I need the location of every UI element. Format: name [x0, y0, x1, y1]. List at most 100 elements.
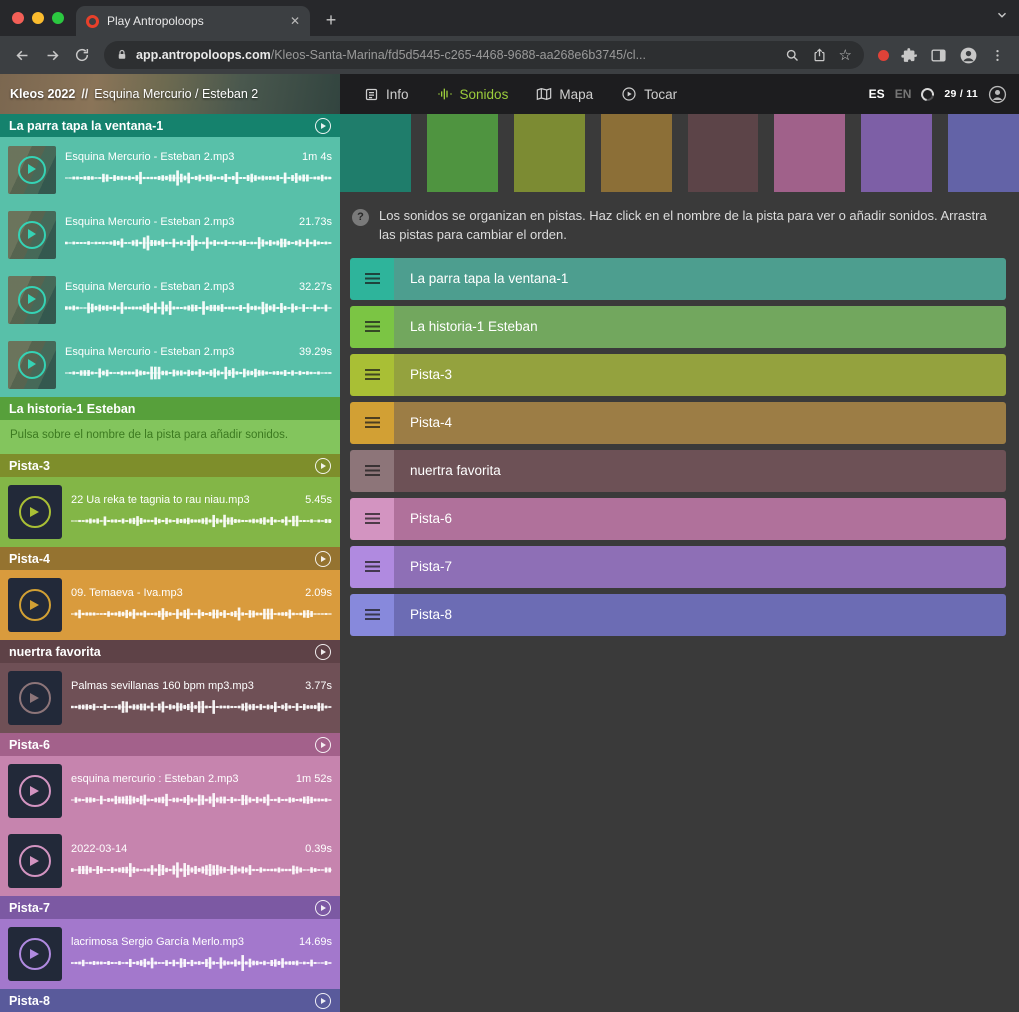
drag-handle[interactable]	[350, 402, 394, 444]
track-color-swatches	[340, 114, 1019, 192]
side-panel-icon[interactable]	[930, 47, 947, 64]
account-icon[interactable]	[988, 85, 1007, 104]
zoom-icon[interactable]	[785, 48, 800, 63]
bookmark-star-icon[interactable]: ☆	[839, 48, 852, 63]
track-header[interactable]: Pista-4	[0, 547, 340, 570]
track-swatch[interactable]	[861, 114, 932, 192]
project-title-card[interactable]: Kleos 2022 // Esquina Mercurio / Esteban…	[0, 74, 340, 114]
track-swatch[interactable]	[340, 114, 411, 192]
audio-clip[interactable]: esquina mercurio : Esteban 2.mp3 1m 52s	[0, 756, 340, 826]
profile-avatar-icon[interactable]	[959, 46, 978, 65]
drag-handle[interactable]	[350, 306, 394, 348]
tab-search-chevron-icon[interactable]	[995, 8, 1009, 27]
audio-clip[interactable]: 2022-03-14 0.39s	[0, 826, 340, 896]
close-window-button[interactable]	[12, 12, 24, 24]
audio-clip[interactable]: Esquina Mercurio - Esteban 2.mp3 21.73s	[0, 202, 340, 267]
track-swatch[interactable]	[514, 114, 585, 192]
track-swatch[interactable]	[948, 114, 1019, 192]
track-header[interactable]: Pista-6	[0, 733, 340, 756]
tab-info[interactable]: Info	[364, 87, 409, 102]
track-name: Pista-4	[9, 552, 315, 566]
audio-clip[interactable]: 09. Temaeva - Iva.mp3 2.09s	[0, 570, 340, 640]
audio-clip[interactable]: Esquina Mercurio - Esteban 2.mp3 39.29s	[0, 332, 340, 397]
track-row[interactable]: nuertra favorita	[350, 450, 1006, 492]
track-header[interactable]: nuertra favorita	[0, 640, 340, 663]
track-row-label: La historia-1 Esteban	[410, 319, 538, 334]
track-row-label: La parra tapa la ventana-1	[410, 271, 568, 286]
tab-sonidos[interactable]: Sonidos	[437, 87, 509, 102]
play-clip-button[interactable]	[8, 485, 62, 539]
track-header[interactable]: La parra tapa la ventana-1	[0, 114, 340, 137]
play-track-button[interactable]	[315, 551, 331, 567]
track-row[interactable]: Pista-7	[350, 546, 1006, 588]
play-clip-button[interactable]	[8, 764, 62, 818]
track-name: nuertra favorita	[9, 645, 315, 659]
play-track-button[interactable]	[315, 993, 331, 1009]
track-header[interactable]: Pista-8	[0, 989, 340, 1012]
drag-handle[interactable]	[350, 354, 394, 396]
browser-menu-icon[interactable]	[990, 48, 1005, 63]
play-track-button[interactable]	[315, 900, 331, 916]
audio-clip[interactable]: Esquina Mercurio - Esteban 2.mp3 1m 4s	[0, 137, 340, 202]
clip-duration: 21.73s	[299, 216, 332, 228]
track-header[interactable]: La historia-1 Esteban	[0, 397, 340, 420]
clip-title: 2022-03-14	[71, 843, 133, 855]
lang-es-toggle[interactable]: ES	[869, 87, 885, 101]
browser-toolbar: app.antropoloops.com/Kleos-Santa-Marina/…	[0, 36, 1019, 74]
clip-thumbnail[interactable]	[8, 211, 56, 259]
track-swatch[interactable]	[688, 114, 759, 192]
drag-handle[interactable]	[350, 498, 394, 540]
drag-handle[interactable]	[350, 546, 394, 588]
drag-handle[interactable]	[350, 450, 394, 492]
recorder-extension-icon[interactable]	[878, 50, 889, 61]
tab-close-icon[interactable]: ✕	[288, 14, 302, 28]
tab-mapa[interactable]: Mapa	[536, 87, 593, 102]
play-track-button[interactable]	[315, 644, 331, 660]
refresh-button[interactable]	[68, 41, 96, 69]
track-header[interactable]: Pista-7	[0, 896, 340, 919]
zoom-window-button[interactable]	[52, 12, 64, 24]
forward-button[interactable]	[38, 41, 66, 69]
play-track-button[interactable]	[315, 458, 331, 474]
address-bar[interactable]: app.antropoloops.com/Kleos-Santa-Marina/…	[104, 41, 864, 69]
play-clip-button[interactable]	[8, 927, 62, 981]
minimize-window-button[interactable]	[32, 12, 44, 24]
drag-handle[interactable]	[350, 258, 394, 300]
track-name: La historia-1 Esteban	[9, 402, 331, 416]
drag-handle-icon	[365, 465, 380, 476]
new-tab-button[interactable]: +	[318, 7, 344, 33]
clip-thumbnail[interactable]	[8, 146, 56, 194]
lang-en-toggle[interactable]: EN	[895, 87, 912, 101]
audio-clip[interactable]: Palmas sevillanas 160 bpm mp3.mp3 3.77s	[0, 663, 340, 733]
audio-clip[interactable]: Esquina Mercurio - Esteban 2.mp3 32.27s	[0, 267, 340, 332]
track-row[interactable]: La parra tapa la ventana-1	[350, 258, 1006, 300]
share-icon[interactable]	[812, 47, 827, 63]
help-icon: ?	[352, 209, 369, 226]
track-swatch[interactable]	[601, 114, 672, 192]
extensions-puzzle-icon[interactable]	[901, 47, 918, 64]
play-clip-button[interactable]	[8, 671, 62, 725]
tab-tocar[interactable]: Tocar	[621, 86, 677, 102]
track-row[interactable]: Pista-3	[350, 354, 1006, 396]
play-clip-button[interactable]	[8, 834, 62, 888]
audio-clip[interactable]: lacrimosa Sergio García Merlo.mp3 14.69s	[0, 919, 340, 989]
track-row[interactable]: Pista-6	[350, 498, 1006, 540]
audio-clip[interactable]: 22 Ua reka te tagnia to rau niau.mp3 5.4…	[0, 477, 340, 547]
track-row[interactable]: La historia-1 Esteban	[350, 306, 1006, 348]
browser-tab[interactable]: Play Antropoloops ✕	[76, 6, 310, 36]
play-clip-button[interactable]	[8, 578, 62, 632]
clip-thumbnail[interactable]	[8, 341, 56, 389]
track-row[interactable]: Pista-4	[350, 402, 1006, 444]
track-swatch[interactable]	[774, 114, 845, 192]
track-row-label: Pista-6	[410, 511, 452, 526]
track-row[interactable]: Pista-8	[350, 594, 1006, 636]
clip-duration: 1m 52s	[296, 773, 332, 785]
drag-handle[interactable]	[350, 594, 394, 636]
play-icon	[19, 775, 51, 807]
track-header[interactable]: Pista-3	[0, 454, 340, 477]
play-track-button[interactable]	[315, 737, 331, 753]
clip-thumbnail[interactable]	[8, 276, 56, 324]
track-swatch[interactable]	[427, 114, 498, 192]
back-button[interactable]	[8, 41, 36, 69]
play-track-button[interactable]	[315, 118, 331, 134]
